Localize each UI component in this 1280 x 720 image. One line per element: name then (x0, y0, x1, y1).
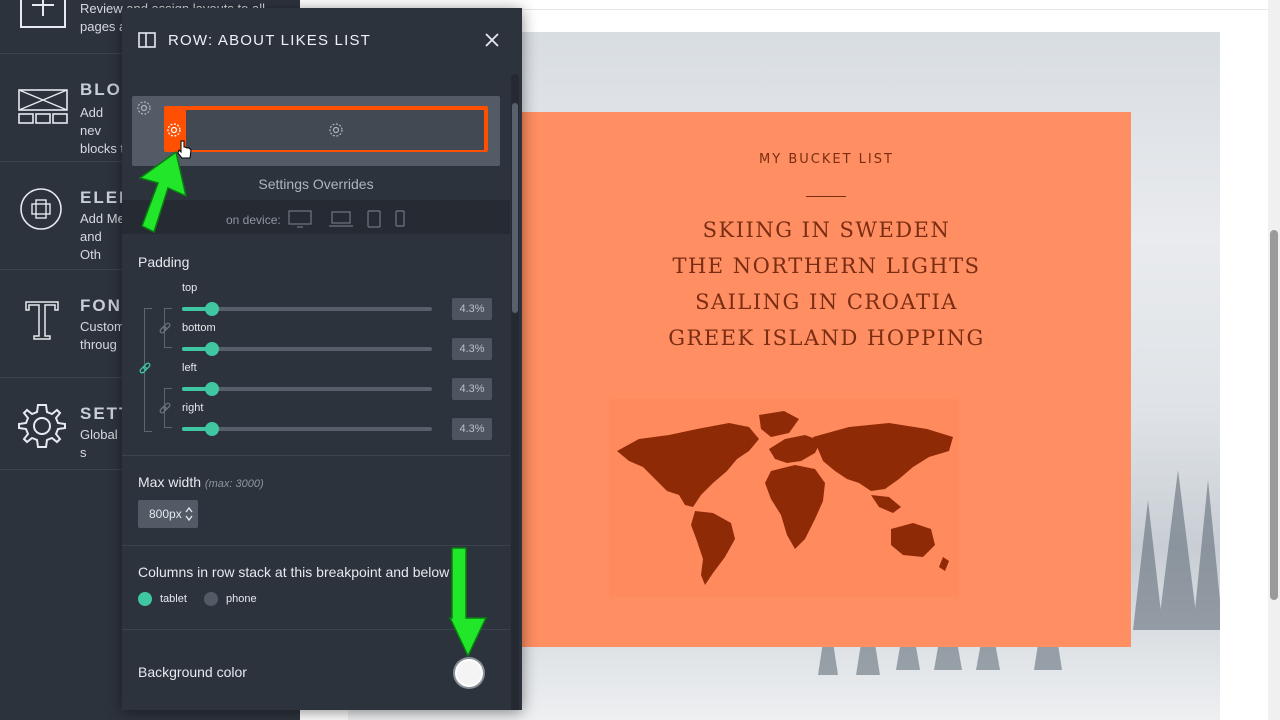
bucket-list-card[interactable]: MY BUCKET LIST SKIING IN SWEDEN THE NORT… (522, 112, 1131, 647)
row-layout-icon (138, 32, 156, 48)
max-width-hint: (max: 3000) (204, 478, 264, 490)
sidebar-item-title: BLO (80, 80, 122, 99)
section-divider (122, 455, 510, 456)
link-all-icon[interactable] (138, 361, 152, 375)
gear-icon (18, 404, 66, 448)
padding-top-slider[interactable] (182, 302, 432, 316)
sidebar-item-desc: Custom throug (80, 319, 125, 352)
max-width-label: Max width (max: 3000) (138, 474, 264, 490)
link-icon[interactable] (158, 401, 172, 415)
slider-handle[interactable] (204, 342, 219, 356)
padding-right-value[interactable]: 4.3% (452, 418, 492, 440)
padding-top-label: top (182, 282, 198, 294)
columns-stack-label: Columns in row stack at this breakpoint … (138, 564, 450, 580)
slider-handle[interactable] (204, 382, 219, 396)
section-divider (122, 629, 510, 630)
plus-circle-icon (20, 188, 62, 230)
panel-title: ROW: ABOUT LIKES LIST (168, 32, 372, 49)
sidebar-item-desc: Global s (80, 427, 118, 460)
close-icon[interactable] (482, 30, 502, 50)
phone-icon[interactable] (395, 210, 405, 228)
list-item: GREEK ISLAND HOPPING (668, 326, 985, 350)
phone-radio-label: phone (226, 593, 257, 605)
panel-scroll-thumb[interactable] (512, 103, 518, 313)
sidebar-item-desc: Add nev blocks t (80, 105, 125, 156)
padding-top-value[interactable]: 4.3% (452, 298, 492, 320)
list-item: SKIING IN SWEDEN (702, 218, 951, 242)
sidebar-item-desc: Add Me and Oth (80, 211, 125, 262)
slider-handle[interactable] (204, 422, 219, 436)
background-color-swatch[interactable] (455, 659, 483, 687)
link-icon[interactable] (158, 321, 172, 335)
card-divider (806, 196, 846, 197)
settings-overrides-label: Settings Overrides (258, 176, 374, 192)
row-settings-gear-icon[interactable] (136, 100, 152, 116)
slider-handle[interactable] (204, 302, 219, 316)
card-eyebrow: MY BUCKET LIST (759, 152, 894, 167)
padding-right-slider[interactable] (182, 422, 432, 436)
padding-label: Padding (138, 254, 190, 270)
bucket-list: SKIING IN SWEDEN THE NORTHERN LIGHTS SAI… (522, 212, 1131, 356)
on-device-label: on device: (226, 213, 281, 227)
phone-radio[interactable] (204, 592, 218, 606)
padding-left-value[interactable]: 4.3% (452, 378, 492, 400)
sidebar-item-title: FON (80, 296, 122, 315)
tablet-icon[interactable] (367, 210, 381, 228)
section-divider (122, 545, 510, 546)
canvas-scroll-thumb[interactable] (1270, 230, 1278, 600)
row-settings-panel: ROW: ABOUT LIKES LIST Settings Overrides… (122, 8, 522, 710)
padding-bottom-label: bottom (182, 322, 216, 334)
background-color-label: Background color (138, 664, 247, 680)
desktop-icon[interactable] (288, 210, 312, 228)
list-item: SAILING IN CROATIA (695, 290, 958, 314)
world-map-image[interactable] (609, 399, 959, 597)
tablet-radio[interactable] (138, 592, 152, 606)
canvas-scrollbar[interactable] (1268, 0, 1280, 720)
tablet-radio-label: tablet (160, 593, 187, 605)
laptop-icon[interactable] (329, 210, 353, 228)
device-selector: on device: (122, 200, 510, 234)
world-map-icon (617, 411, 953, 585)
list-item: THE NORTHERN LIGHTS (672, 254, 981, 278)
column-inner-gear-icon[interactable] (328, 122, 344, 138)
padding-left-label: left (182, 362, 197, 374)
stepper-arrows-icon[interactable] (184, 505, 194, 523)
padding-left-slider[interactable] (182, 382, 432, 396)
padding-bottom-slider[interactable] (182, 342, 432, 356)
column-settings-gear-icon[interactable] (166, 122, 182, 138)
layout-icon (20, 0, 66, 28)
padding-right-label: right (182, 402, 204, 414)
font-icon (25, 301, 59, 340)
padding-bottom-value[interactable]: 4.3% (452, 338, 492, 360)
blocks-icon (18, 89, 68, 124)
